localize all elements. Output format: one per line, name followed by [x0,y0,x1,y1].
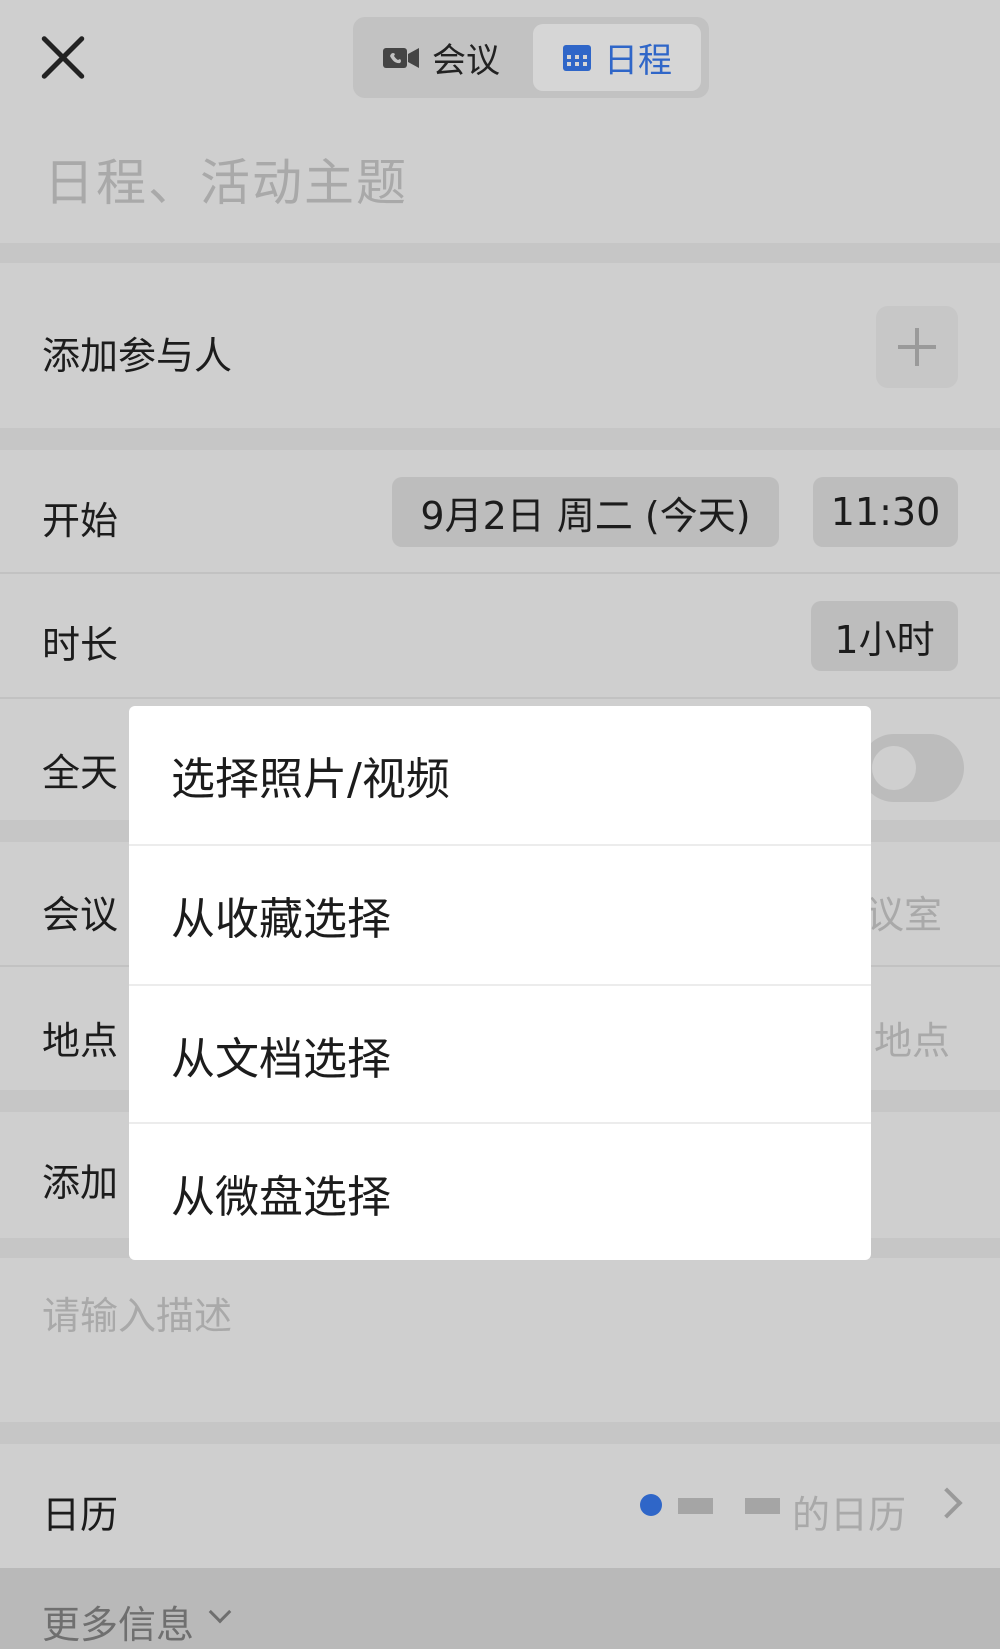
calendar-label: 日历 [42,1493,119,1537]
tab-meeting-label: 会议 [432,41,500,81]
redacted-name [745,1498,780,1514]
tab-schedule-label: 日程 [604,41,672,81]
attachment-source-menu: 选择照片/视频 从收藏选择 从文档选择 从微盘选择 [129,706,871,1260]
plus-icon[interactable] [876,306,958,388]
section-divider [0,243,1000,263]
start-time-button[interactable]: 11:30 [813,477,958,547]
calendar-icon [563,44,591,71]
section-divider [0,428,1000,450]
close-icon[interactable] [38,32,88,82]
all-day-toggle[interactable] [860,734,964,802]
calendar-value[interactable]: 的日历 [792,1484,906,1539]
add-participants-label[interactable]: 添加参与人 [42,325,232,380]
start-label: 开始 [42,499,119,543]
event-title-input[interactable]: 日程、活动主题 [44,143,408,215]
more-info-label[interactable]: 更多信息 [42,1594,194,1649]
menu-item-documents[interactable]: 从文档选择 [129,986,871,1124]
mode-segmented-control: 会议 日程 [353,17,709,98]
description-input[interactable]: 请输入描述 [42,1285,232,1340]
all-day-label: 全天 [42,751,119,795]
add-attachment-label[interactable]: 添加 [42,1152,118,1207]
video-camera-icon [383,47,419,68]
section-divider [0,1422,1000,1444]
tab-schedule[interactable]: 日程 [533,24,701,91]
duration-label: 时长 [42,623,119,667]
row-divider [0,697,1000,699]
tab-meeting[interactable]: 会议 [361,24,521,91]
duration-button[interactable]: 1小时 [811,601,958,671]
menu-item-favorites[interactable]: 从收藏选择 [129,846,871,984]
redacted-name [678,1498,713,1514]
row-divider [0,572,1000,574]
calendar-color-dot [640,1494,662,1516]
meeting-room-placeholder[interactable]: 议室 [866,884,942,939]
menu-item-photo-video[interactable]: 选择照片/视频 [129,706,871,844]
menu-item-weipan[interactable]: 从微盘选择 [129,1124,871,1262]
chevron-right-icon[interactable] [931,1487,963,1519]
start-date-button[interactable]: 9月2日 周二 (今天) [392,477,779,547]
location-placeholder[interactable]: 地点 [874,1010,950,1065]
meeting-room-label: 会议 [42,893,119,937]
location-label: 地点 [42,1019,119,1063]
